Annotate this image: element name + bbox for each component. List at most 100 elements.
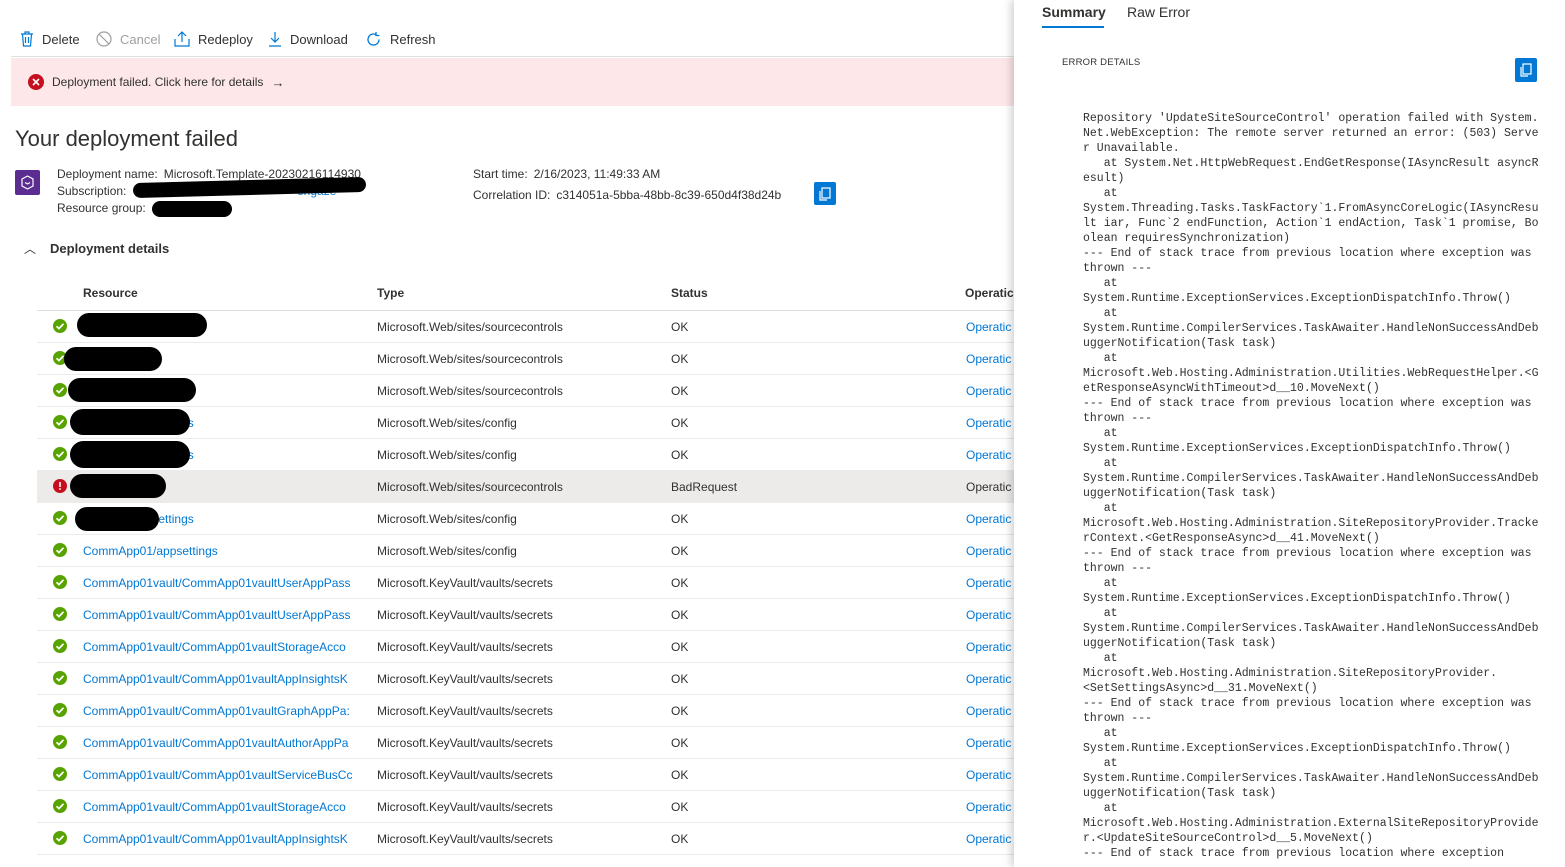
copy-icon [1520, 63, 1532, 77]
operation-details-link[interactable]: Operatic [966, 704, 1014, 718]
success-status-icon [53, 319, 67, 333]
table-row[interactable]: CommApp01vault/CommApp01vaultStorageAcco… [37, 631, 1014, 663]
column-header-status[interactable]: Status [671, 286, 708, 300]
table-row[interactable]: CommApp01vault/CommApp01vaultStorageAcco… [37, 791, 1014, 823]
resource-link[interactable]: CommApp01vault/CommApp01vaultStorageAcco [83, 800, 369, 814]
resource-type: Microsoft.Web/sites/sourcecontrols [377, 384, 563, 398]
table-row[interactable]: CommApp01vault/CommApp01vaultAuthorAppPa… [37, 727, 1014, 759]
resource-link[interactable]: CommApp01/appsettings [83, 544, 369, 558]
subscription-label: Subscription: [57, 184, 127, 198]
deployment-details-toggle[interactable]: ︿ Deployment details [24, 240, 169, 257]
operation-details-link[interactable]: Operatic [966, 320, 1014, 334]
toolbar-divider [11, 56, 1014, 57]
table-row[interactable]: /webMicrosoft.Web/sites/sourcecontrolsOK… [37, 343, 1014, 375]
command-bar: Delete Cancel Redeploy Download Refresh [0, 24, 1014, 56]
table-row[interactable]: function/webMicrosoft.Web/sites/sourceco… [37, 471, 1014, 503]
cancel-label: Cancel [120, 31, 161, 47]
redaction-mark [70, 409, 190, 435]
arrow-right-icon: → [271, 74, 285, 90]
resource-link[interactable]: CommApp01vault/CommApp01vaultUserAppPass [83, 576, 369, 590]
resource-type: Microsoft.Web/sites/config [377, 544, 517, 558]
resource-group-label: Resource group: [57, 201, 146, 215]
redaction-mark [152, 201, 232, 217]
column-header-type[interactable]: Type [377, 286, 404, 300]
correlation-id-row: Correlation ID: c314051a-5bba-48bb-8c39-6… [473, 188, 781, 202]
deployment-name-label: Deployment name: [57, 167, 158, 181]
status-text: OK [671, 736, 689, 750]
resource-link[interactable]: CommApp01vault/CommApp01vaultUserAppPass [83, 608, 369, 622]
start-time-row: Start time: 2/16/2023, 11:49:33 AM [473, 167, 660, 181]
operation-details-link[interactable]: Operatic [966, 384, 1014, 398]
tab-raw-error[interactable]: Raw Error [1127, 4, 1190, 20]
success-status-icon [53, 415, 67, 429]
status-text: OK [671, 832, 689, 846]
resource-link[interactable]: CommApp01vault/CommApp01vaultStorageAcco [83, 640, 369, 654]
operation-details-link[interactable]: Operatic [966, 832, 1014, 846]
redaction-mark [77, 313, 207, 337]
status-text: OK [671, 448, 689, 462]
operation-details-link[interactable]: Operatic [966, 768, 1014, 782]
table-row[interactable]: -function/appsettingsMicrosoft.Web/sites… [37, 503, 1014, 535]
resource-link[interactable]: CommApp01vault/CommApp01vaultAuthorAppPa [83, 736, 369, 750]
column-header-operation[interactable]: Operatic [965, 286, 1014, 300]
resource-type: Microsoft.KeyVault/vaults/secrets [377, 800, 553, 814]
success-status-icon [53, 447, 67, 461]
copy-icon [819, 186, 831, 201]
status-text: OK [671, 512, 689, 526]
copy-correlation-button[interactable] [814, 182, 836, 205]
status-text: OK [671, 608, 689, 622]
status-text: OK [671, 544, 689, 558]
resource-type: Microsoft.Web/sites/sourcecontrols [377, 352, 563, 366]
table-row[interactable]: CommApp01vault/CommApp01vaultGraphAppPa:… [37, 695, 1014, 727]
operation-details-link[interactable]: Operatic [966, 800, 1014, 814]
operation-details-link[interactable]: Operatic [966, 736, 1014, 750]
resource-link[interactable]: CommApp01vault/CommApp01vaultGraphAppPa: [83, 704, 369, 718]
download-icon [269, 32, 281, 47]
refresh-button[interactable]: Refresh [365, 24, 436, 54]
tab-summary[interactable]: Summary [1042, 4, 1106, 20]
resource-type: Microsoft.KeyVault/vaults/secrets [377, 832, 553, 846]
status-text: OK [671, 672, 689, 686]
operation-details-link[interactable]: Operatic [966, 544, 1014, 558]
banner-text: Deployment failed. Click here for detail… [52, 75, 264, 89]
operation-details-link[interactable]: Operatic [966, 416, 1014, 430]
table-row[interactable]: CommApp01vault/CommApp01vaultAppInsights… [37, 663, 1014, 695]
operation-details-link[interactable]: Operatic [966, 608, 1014, 622]
table-row[interactable]: CommApp01vault/CommApp01vaultUserAppPass… [37, 567, 1014, 599]
table-row[interactable]: CommApp01vault/CommApp01vaultUserAppPass… [37, 599, 1014, 631]
status-text: OK [671, 640, 689, 654]
operation-details-link[interactable]: Operatic [966, 512, 1014, 526]
table-header: Resource Type Status Operatic [37, 276, 1014, 311]
resource-type: Microsoft.Web/sites/config [377, 416, 517, 430]
operation-details-link[interactable]: Operatic [966, 480, 1014, 494]
success-status-icon [53, 511, 67, 525]
deployment-details-label: Deployment details [50, 241, 170, 256]
operation-details-link[interactable]: Operatic [966, 640, 1014, 654]
delete-label: Delete [42, 31, 80, 47]
resource-link[interactable]: CommApp01vault/CommApp01vaultAppInsights… [83, 672, 369, 686]
resource-link[interactable]: CommApp01vault/CommApp01vaultServiceBusC… [83, 768, 369, 782]
resource-type: Microsoft.KeyVault/vaults/secrets [377, 736, 553, 750]
download-button[interactable]: Download [268, 24, 348, 54]
resource-type: Microsoft.KeyVault/vaults/secrets [377, 768, 553, 782]
table-row[interactable]: CommApp01vault/CommApp01vaultAppInsights… [37, 823, 1014, 855]
column-header-resource[interactable]: Resource [83, 286, 138, 300]
error-details-text: Repository 'UpdateSiteSourceControl' ope… [1083, 112, 1539, 860]
delete-button[interactable]: Delete [20, 24, 80, 54]
resource-link[interactable]: CommApp01vault/CommApp01vaultAppInsights… [83, 832, 369, 846]
resource-group-row: Resource group: [57, 201, 146, 215]
redeploy-button[interactable]: Redeploy [174, 24, 253, 54]
correlation-id-label: Correlation ID: [473, 188, 551, 202]
resource-type: Microsoft.Web/sites/sourcecontrols [377, 320, 563, 334]
cancel-button[interactable]: Cancel [96, 24, 160, 54]
table-row[interactable]: CommApp01vault/CommApp01vaultServiceBusC… [37, 759, 1014, 791]
copy-error-button[interactable] [1515, 58, 1537, 82]
refresh-label: Refresh [390, 31, 436, 47]
operation-details-link[interactable]: Operatic [966, 448, 1014, 462]
operation-details-link[interactable]: Operatic [966, 352, 1014, 366]
operation-details-link[interactable]: Operatic [966, 576, 1014, 590]
resource-type: Microsoft.Web/sites/config [377, 448, 517, 462]
table-row[interactable]: CommApp01/appsettings Microsoft.Web/sites… [37, 535, 1014, 567]
deployment-failed-banner[interactable]: Deployment failed. Click here for detail… [11, 58, 1014, 106]
operation-details-link[interactable]: Operatic [966, 672, 1014, 686]
